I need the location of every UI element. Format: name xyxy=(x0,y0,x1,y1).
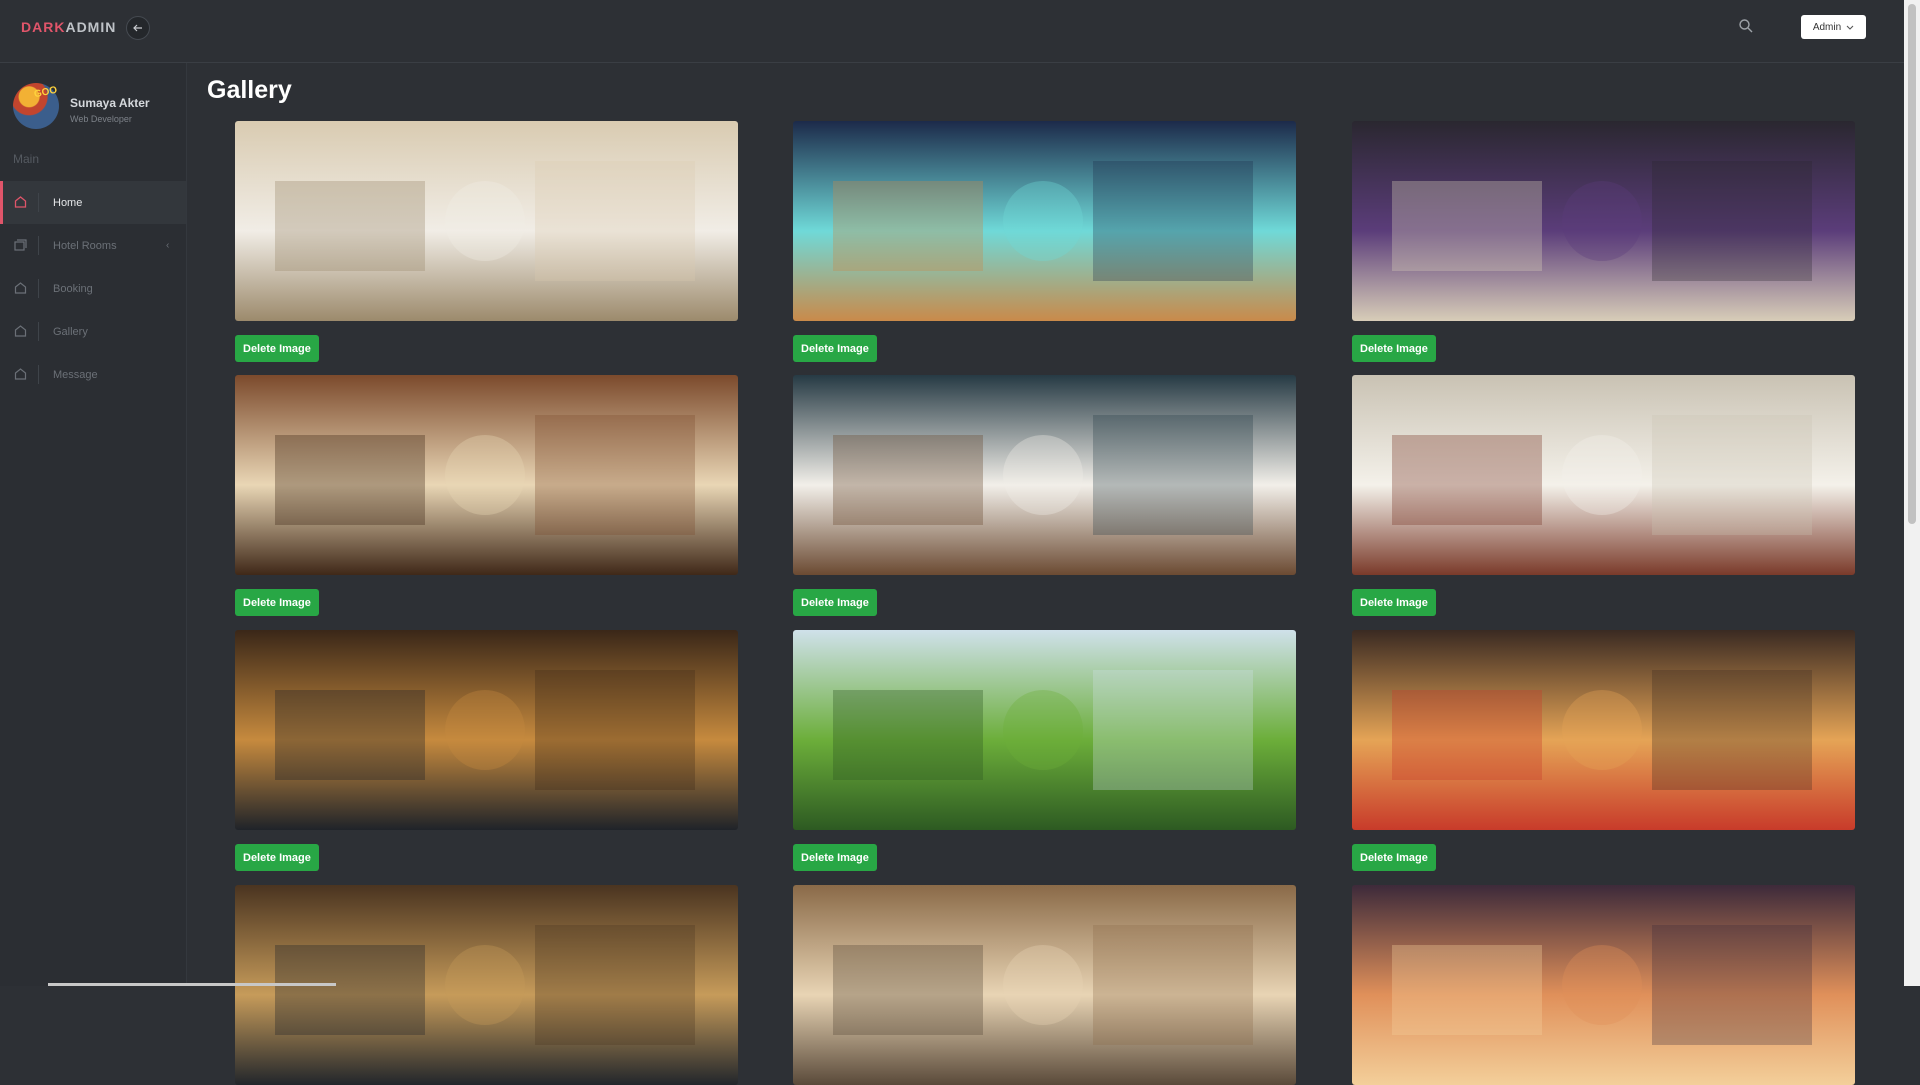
sidebar-item-hotel-rooms[interactable]: Hotel Rooms ‹ xyxy=(0,224,186,267)
photo-placeholder xyxy=(235,375,738,575)
gallery-card: Delete Image xyxy=(793,121,1296,362)
search-icon[interactable] xyxy=(1738,18,1754,34)
gallery-card xyxy=(1352,885,1855,1085)
gallery-card: Delete Image xyxy=(1352,375,1855,616)
delete-image-button[interactable]: Delete Image xyxy=(235,844,319,871)
page-title: Gallery xyxy=(207,76,292,104)
photo-placeholder xyxy=(1352,885,1855,1085)
photo-placeholder xyxy=(1352,375,1855,575)
chevron-down-icon xyxy=(1846,25,1854,30)
scrollbar-thumb[interactable] xyxy=(1908,4,1916,524)
vertical-scrollbar[interactable] xyxy=(1904,0,1920,986)
gallery-image[interactable] xyxy=(235,630,738,830)
gallery-image[interactable] xyxy=(793,885,1296,1085)
photo-placeholder xyxy=(235,630,738,830)
gallery-card: Delete Image xyxy=(1352,121,1855,362)
gallery-image[interactable] xyxy=(1352,375,1855,575)
gallery-card: Delete Image xyxy=(793,375,1296,616)
sidebar-item-label: Home xyxy=(53,196,83,209)
gallery-image[interactable] xyxy=(793,121,1296,321)
gallery-card: Delete Image xyxy=(793,630,1296,871)
home-icon xyxy=(14,368,27,380)
nav-separator xyxy=(38,365,39,384)
sidebar-section-label: Main xyxy=(13,152,40,166)
sidebar-item-message[interactable]: Message xyxy=(0,353,186,396)
home-icon xyxy=(14,196,27,208)
admin-dropdown-button[interactable]: Admin xyxy=(1801,15,1866,39)
nav-separator xyxy=(38,236,39,255)
brand-part-admin: ADMIN xyxy=(65,19,117,35)
gallery-image[interactable] xyxy=(1352,885,1855,1085)
rooms-icon xyxy=(14,239,27,251)
home-icon xyxy=(14,325,27,337)
photo-placeholder xyxy=(1352,630,1855,830)
chevron-left-icon: ‹ xyxy=(166,240,170,251)
photo-placeholder xyxy=(793,630,1296,830)
nav-separator xyxy=(38,322,39,341)
photo-placeholder xyxy=(1352,121,1855,321)
sidebar-nav: Home Hotel Rooms ‹ Booking Gallery Messa… xyxy=(0,181,186,396)
avatar: GOO xyxy=(13,83,59,129)
sidebar-item-label: Booking xyxy=(53,282,93,295)
home-icon xyxy=(14,282,27,294)
sidebar-item-gallery[interactable]: Gallery xyxy=(0,310,186,353)
brand-part-dark: DARK xyxy=(21,19,66,35)
gallery-card: Delete Image xyxy=(235,375,738,616)
photo-placeholder xyxy=(793,885,1296,1085)
sidebar-item-label: Message xyxy=(53,368,98,381)
gallery-image[interactable] xyxy=(235,375,738,575)
gallery-card: Delete Image xyxy=(1352,630,1855,871)
arrow-left-icon xyxy=(133,24,142,32)
delete-image-button[interactable]: Delete Image xyxy=(793,335,877,362)
sidebar-item-label: Gallery xyxy=(53,325,88,338)
nav-separator xyxy=(38,193,39,212)
gallery-card: Delete Image xyxy=(235,630,738,871)
sidebar-item-home[interactable]: Home xyxy=(0,181,186,224)
admin-dropdown-label: Admin xyxy=(1812,21,1842,33)
sidebar-item-booking[interactable]: Booking xyxy=(0,267,186,310)
gallery-image[interactable] xyxy=(1352,630,1855,830)
delete-image-button[interactable]: Delete Image xyxy=(235,589,319,616)
photo-placeholder xyxy=(793,121,1296,321)
brand-logo[interactable]: DARKADMIN xyxy=(21,19,116,35)
nav-separator xyxy=(38,279,39,298)
delete-image-button[interactable]: Delete Image xyxy=(793,589,877,616)
avatar-badge-text: GOO xyxy=(33,84,59,101)
photo-placeholder xyxy=(235,121,738,321)
gallery-image[interactable] xyxy=(1352,121,1855,321)
gallery-image[interactable] xyxy=(793,630,1296,830)
profile-name: Sumaya Akter xyxy=(70,96,150,110)
delete-image-button[interactable]: Delete Image xyxy=(793,844,877,871)
sidebar: GOO Sumaya Akter Web Developer Main Home… xyxy=(0,63,187,986)
profile-role: Web Developer xyxy=(70,114,132,124)
delete-image-button[interactable]: Delete Image xyxy=(1352,589,1436,616)
gallery-image[interactable] xyxy=(235,121,738,321)
delete-image-button[interactable]: Delete Image xyxy=(1352,335,1436,362)
gallery-card xyxy=(793,885,1296,1085)
gallery-card: Delete Image xyxy=(235,121,738,362)
top-header: DARKADMIN Admin xyxy=(0,0,1904,63)
delete-image-button[interactable]: Delete Image xyxy=(1352,844,1436,871)
photo-placeholder xyxy=(793,375,1296,575)
sidebar-item-label: Hotel Rooms xyxy=(53,239,117,252)
gallery-image[interactable] xyxy=(793,375,1296,575)
sidebar-toggle-button[interactable] xyxy=(126,16,150,40)
delete-image-button[interactable]: Delete Image xyxy=(235,335,319,362)
